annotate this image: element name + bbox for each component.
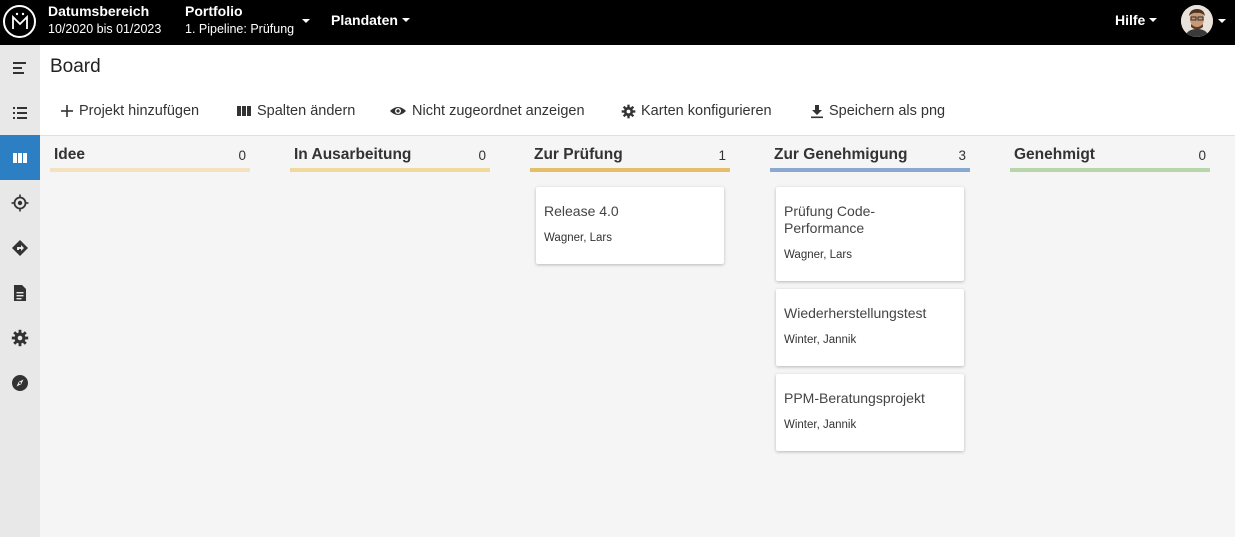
plandaten-menu[interactable]: Plandaten <box>331 12 410 28</box>
download-icon <box>811 104 823 118</box>
save-png-button[interactable]: Speichern als png <box>810 103 945 119</box>
avatar[interactable] <box>1181 5 1213 37</box>
project-card[interactable]: Prüfung Code-Performance Wagner, Lars <box>776 187 964 281</box>
change-columns-button[interactable]: Spalten ändern <box>236 103 355 119</box>
column-count: 0 <box>1198 148 1206 163</box>
sidebar-item-list[interactable] <box>0 90 40 135</box>
sidebar-item-board[interactable] <box>0 135 40 180</box>
column-accent-line <box>530 168 730 172</box>
compass-icon <box>12 374 28 391</box>
chevron-down-icon <box>1149 18 1158 22</box>
document-icon <box>14 284 26 301</box>
column-accent-line <box>1010 168 1210 172</box>
columns-icon <box>237 106 251 116</box>
eye-icon <box>390 107 406 115</box>
date-range-title: Datumsbereich <box>48 3 150 19</box>
column-title: Genehmigt <box>1014 146 1095 163</box>
configure-cards-label: Karten konfigurieren <box>641 103 772 119</box>
card-title: PPM-Beratungsprojekt <box>784 390 925 406</box>
date-range-selector[interactable]: Datumsbereich 10/2020 bis 01/2023 <box>48 3 161 38</box>
project-card[interactable]: Wiederherstellungstest Winter, Jannik <box>776 289 964 366</box>
change-columns-label: Spalten ändern <box>257 103 356 119</box>
column-title: In Ausarbeitung <box>294 146 412 163</box>
column-count: 0 <box>478 148 486 163</box>
column-accent-line <box>50 168 250 172</box>
card-person: Wagner, Lars <box>784 249 852 261</box>
card-title: Prüfung Code-Performance <box>784 203 876 236</box>
save-png-label: Speichern als png <box>829 103 946 119</box>
card-title: Wiederherstellungstest <box>784 305 927 321</box>
help-label: Hilfe <box>1115 12 1146 28</box>
column-count: 3 <box>958 148 966 163</box>
target-icon <box>11 194 29 211</box>
column-count: 0 <box>238 148 246 163</box>
logo-icon <box>11 12 28 29</box>
settings-icon <box>11 329 29 346</box>
column-accent-line <box>770 168 970 172</box>
user-avatar-icon <box>1181 5 1213 37</box>
project-card[interactable]: Release 4.0 Wagner, Lars <box>536 187 724 264</box>
help-menu[interactable]: Hilfe <box>1115 12 1158 28</box>
show-unassigned-button[interactable]: Nicht zugeordnet anzeigen <box>389 103 585 119</box>
gear-icon <box>621 104 636 118</box>
chevron-down-icon <box>401 18 410 22</box>
sidebar <box>0 45 40 537</box>
portfolio-chevron-down-icon[interactable] <box>302 19 310 23</box>
column-title: Zur Prüfung <box>534 146 623 163</box>
card-title: Release 4.0 <box>544 203 619 219</box>
list-icon <box>13 106 27 119</box>
column-title: Idee <box>54 146 86 163</box>
profile-chevron-down-icon[interactable] <box>1218 19 1226 23</box>
project-card[interactable]: PPM-Beratungsprojekt Winter, Jannik <box>776 374 964 451</box>
sidebar-item-explore[interactable] <box>0 360 40 405</box>
portfolio-selector[interactable]: Portfolio 1. Pipeline: Prüfung <box>185 3 294 38</box>
column-title: Zur Genehmigung <box>774 146 908 163</box>
sidebar-item-target[interactable] <box>0 180 40 225</box>
top-bar: Datumsbereich 10/2020 bis 01/2023 Portfo… <box>0 0 1235 45</box>
portfolio-value: 1. Pipeline: Prüfung <box>185 22 295 36</box>
sidebar-item-collapse[interactable] <box>0 45 40 90</box>
card-person: Winter, Jannik <box>784 419 857 431</box>
column-count: 1 <box>718 148 726 163</box>
portfolio-title: Portfolio <box>185 3 243 19</box>
board-header: Board Projekt hinzufügen Spalten ändern … <box>40 45 1235 136</box>
add-project-label: Projekt hinzufügen <box>79 103 200 119</box>
add-project-button[interactable]: Projekt hinzufügen <box>60 103 199 119</box>
card-person: Wagner, Lars <box>544 232 612 244</box>
sidebar-item-directions[interactable] <box>0 225 40 270</box>
sidebar-item-settings[interactable] <box>0 315 40 360</box>
date-range-value: 10/2020 bis 01/2023 <box>48 22 162 36</box>
collapse-menu-icon <box>13 61 26 74</box>
plus-icon <box>61 105 73 117</box>
board-icon <box>13 152 27 163</box>
column-accent-line <box>290 168 490 172</box>
configure-cards-button[interactable]: Karten konfigurieren <box>621 103 772 119</box>
app-logo[interactable] <box>3 5 36 38</box>
card-person: Winter, Jannik <box>784 334 857 346</box>
directions-icon <box>12 239 28 256</box>
sidebar-item-documents[interactable] <box>0 270 40 315</box>
show-unassigned-label: Nicht zugeordnet anzeigen <box>412 103 585 119</box>
plandaten-label: Plandaten <box>331 12 398 28</box>
page-title: Board <box>50 56 101 77</box>
